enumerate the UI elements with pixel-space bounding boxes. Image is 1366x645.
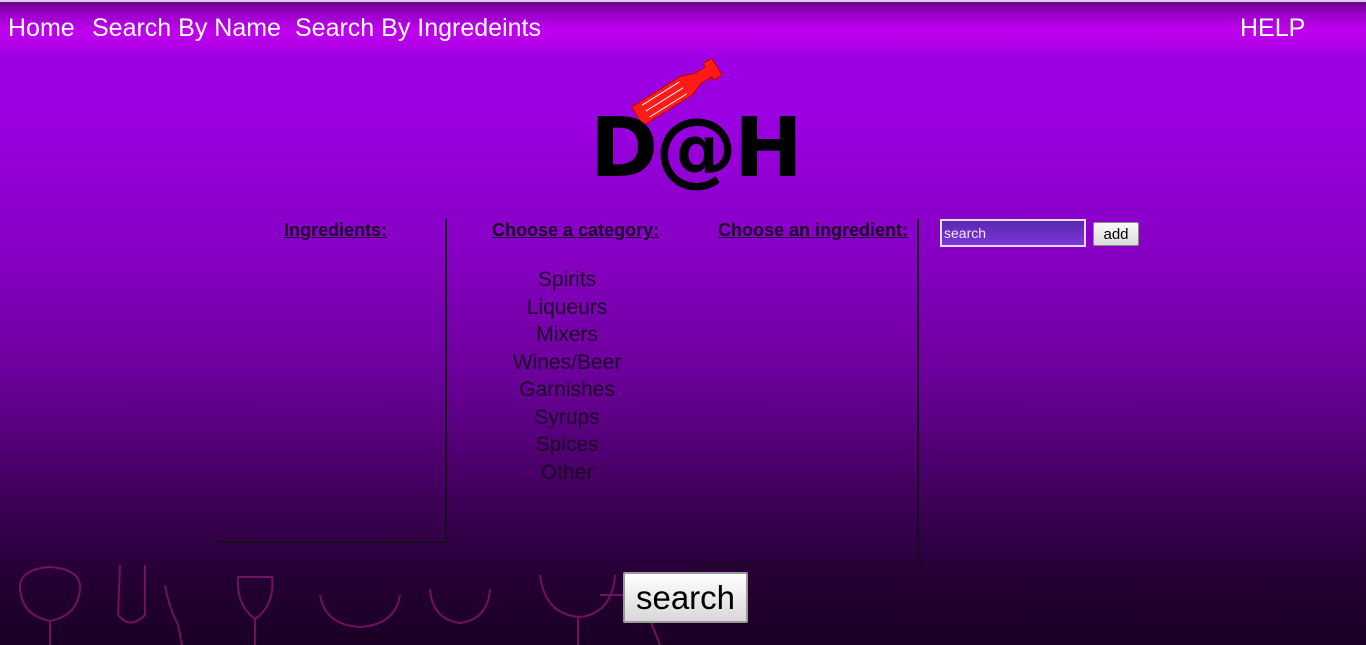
category-item[interactable]: Spirits bbox=[490, 266, 644, 294]
category-item[interactable]: Other bbox=[490, 459, 644, 487]
selected-ingredients-panel bbox=[215, 219, 447, 543]
top-navigation-bar: Home Search By Name Search By Ingredeint… bbox=[0, 2, 1366, 56]
category-list: Spirits Liqueurs Mixers Wines/Beer Garni… bbox=[490, 266, 644, 486]
category-item[interactable]: Syrups bbox=[490, 404, 644, 432]
ingredient-choice-panel bbox=[700, 219, 919, 566]
category-header: Choose a category: bbox=[492, 220, 660, 240]
nav-search-by-name-link[interactable]: Search By Name bbox=[92, 14, 281, 43]
search-button[interactable]: search bbox=[623, 572, 748, 623]
nav-search-by-ingredients-link[interactable]: Search By Ingredeints bbox=[295, 14, 541, 43]
category-item[interactable]: Spices bbox=[490, 431, 644, 459]
category-item[interactable]: Garnishes bbox=[490, 376, 644, 404]
ingredient-search-input[interactable] bbox=[940, 219, 1086, 247]
category-item[interactable]: Wines/Beer bbox=[490, 349, 644, 377]
nav-help-link[interactable]: HELP bbox=[1240, 14, 1305, 43]
site-logo: D@H bbox=[588, 56, 803, 202]
logo-text: D@H bbox=[590, 101, 803, 196]
nav-home-link[interactable]: Home bbox=[8, 14, 75, 43]
category-item[interactable]: Mixers bbox=[490, 321, 644, 349]
add-button[interactable]: add bbox=[1093, 222, 1139, 246]
category-item[interactable]: Liqueurs bbox=[490, 294, 644, 322]
